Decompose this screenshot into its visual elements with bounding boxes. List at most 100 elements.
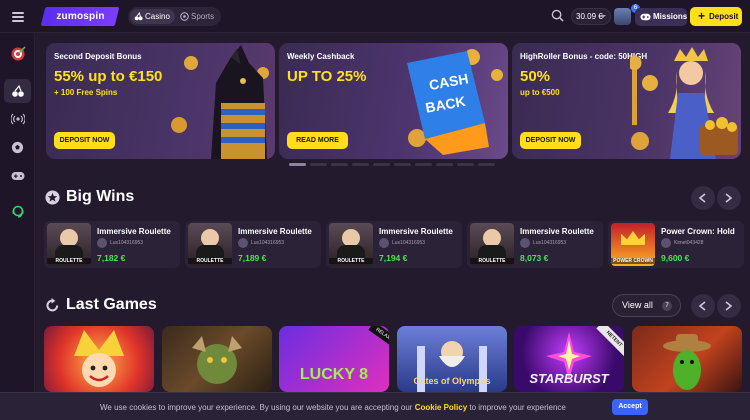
cashback-illustration: CASH BACK (407, 49, 503, 155)
banner-second-deposit[interactable]: Second Deposit Bonus 55% up to €150 + 10… (46, 43, 275, 159)
carousel-dot[interactable] (436, 163, 453, 166)
banner-highroller[interactable]: HighRoller Bonus - code: 50HIGH 50% up t… (512, 43, 741, 159)
dealer-body (55, 245, 83, 259)
hamburger-menu-icon[interactable] (8, 7, 28, 27)
last-games-next-button[interactable] (717, 294, 741, 318)
soccer-ball-icon (11, 141, 24, 153)
banner-title: 55% up to €150 (54, 68, 163, 85)
deposit-now-button[interactable]: DEPOSIT NOW (520, 132, 581, 149)
sidebar-item-esports[interactable] (4, 164, 31, 188)
plus-icon: + (698, 9, 706, 23)
anubis-illustration (171, 45, 269, 159)
sidebar-item-support[interactable] (4, 200, 31, 224)
game-title: LUCKY 8 (299, 366, 369, 383)
big-win-card[interactable]: ROULETTE Immersive Roulette Lus104316953 7,… (185, 221, 321, 268)
win-amount: 7,182 € (97, 253, 126, 263)
read-more-button[interactable]: READ MORE (287, 132, 348, 149)
big-win-card[interactable]: ROULETTE Immersive Roulette Lus104316953 8,… (467, 221, 603, 268)
game-title: STARBURST (529, 371, 609, 386)
carousel-dot[interactable] (331, 163, 348, 166)
win-amount: 9,600 € (661, 253, 690, 263)
history-icon (46, 298, 59, 312)
thumb-caption: ROULETTE (470, 258, 514, 264)
deposit-label: Deposit (709, 12, 739, 21)
win-username: Lus104316953 (251, 240, 285, 246)
top-bar: zumospin Casino Sports 30.09 € 6 Mission… (0, 0, 750, 33)
sidebar-item-live[interactable] (4, 107, 31, 131)
game-tile-orc[interactable] (162, 326, 272, 392)
game-tile-joker[interactable] (44, 326, 154, 392)
sidebar-item-home[interactable] (4, 42, 31, 66)
carousel-dot[interactable] (310, 163, 327, 166)
win-game-title: Power Crown: Hold (661, 227, 735, 236)
carousel-dot[interactable] (352, 163, 369, 166)
carousel-dot[interactable] (289, 163, 306, 166)
big-win-card[interactable]: ROULETTE Immersive Roulette Lus104316953 7,… (326, 221, 462, 268)
dealer-body (478, 245, 506, 259)
missions-button[interactable]: Missions (635, 8, 687, 26)
carousel-dots (289, 163, 499, 166)
orc-art (192, 336, 242, 384)
live-icon (10, 113, 25, 125)
win-game-title: Immersive Roulette (379, 227, 453, 236)
chili-art (663, 334, 711, 390)
sidebar-item-sports[interactable] (4, 135, 31, 159)
carousel-dot[interactable] (478, 163, 495, 166)
tab-casino[interactable]: Casino (130, 9, 175, 24)
carousel-dot[interactable] (394, 163, 411, 166)
zumospin-logo[interactable]: zumospin (40, 7, 120, 26)
win-amount: 7,194 € (379, 253, 408, 263)
search-icon[interactable] (551, 9, 564, 22)
user-icon (661, 238, 671, 248)
gamepad-icon (11, 172, 24, 180)
dealer-body (196, 245, 224, 259)
thumb-caption: ROULETTE (329, 258, 373, 264)
banner-subtitle: Weekly Cashback (287, 52, 355, 61)
game-thumbnail: POWER CROWN (611, 223, 655, 266)
accept-cookies-button[interactable]: Accept (612, 399, 648, 415)
avatar[interactable] (614, 8, 631, 25)
big-wins-next-button[interactable] (717, 186, 741, 210)
big-win-card[interactable]: ROULETTE Immersive Roulette Lus10431695​3 7… (44, 221, 180, 268)
last-games-prev-button[interactable] (691, 294, 715, 318)
last-games-title: Last Games (66, 296, 157, 313)
deposit-button[interactable]: + Deposit (690, 7, 742, 26)
cookie-message: We use cookies to improve your experienc… (100, 403, 566, 412)
banner-weekly-cashback[interactable]: Weekly Cashback UP TO 25% READ MORE CASH… (279, 43, 508, 159)
game-thumbnail: ROULETTE (470, 223, 514, 266)
game-tile-lucky-8[interactable]: RELAX LUCKY 8 (279, 326, 389, 392)
thumb-caption: POWER CROWN (611, 258, 655, 264)
big-win-card[interactable]: POWER CROWN Power Crown: Hold Kimet043428 9… (608, 221, 744, 268)
game-tile-starburst[interactable]: NETENT STARBURST (514, 326, 624, 392)
thumb-caption: ROULETTE (47, 258, 91, 264)
win-username: Lus104316953 (533, 240, 567, 246)
banner-title: UP TO 25% (287, 68, 367, 85)
star-icon (45, 190, 60, 205)
game-tile-chili[interactable] (632, 326, 742, 392)
user-icon (520, 238, 530, 248)
view-all-button[interactable]: View all 7 (612, 294, 681, 317)
game-tile-gates-of-olympus[interactable]: Gates of Olympus (397, 326, 507, 392)
big-wins-title: Big Wins (66, 188, 135, 205)
app-root: zumospin Casino Sports 30.09 € 6 Mission… (0, 0, 750, 420)
soccer-ball-icon (180, 12, 189, 21)
user-icon (379, 238, 389, 248)
balance-selector[interactable]: 30.09 € (571, 8, 611, 25)
sidebar-item-casino[interactable] (4, 79, 31, 103)
chevron-right-icon (725, 193, 732, 203)
carousel-dot[interactable] (373, 163, 390, 166)
target-home-icon (11, 46, 26, 61)
carousel-dot[interactable] (415, 163, 432, 166)
big-wins-prev-button[interactable] (691, 186, 715, 210)
cookie-policy-link[interactable]: Cookie Policy (415, 403, 467, 412)
view-all-count: 7 (662, 301, 672, 311)
dealer-body (337, 245, 365, 259)
deposit-now-button[interactable]: DEPOSIT NOW (54, 132, 115, 149)
win-username: Lus10431695​3 (110, 240, 144, 246)
chevron-right-icon (725, 301, 732, 311)
gamepad-icon (640, 13, 651, 21)
banner-subtitle: HighRoller Bonus - code: 50HIGH (520, 52, 648, 61)
carousel-dot[interactable] (457, 163, 474, 166)
win-amount: 7,189 € (238, 253, 267, 263)
tab-sports[interactable]: Sports (176, 9, 219, 24)
